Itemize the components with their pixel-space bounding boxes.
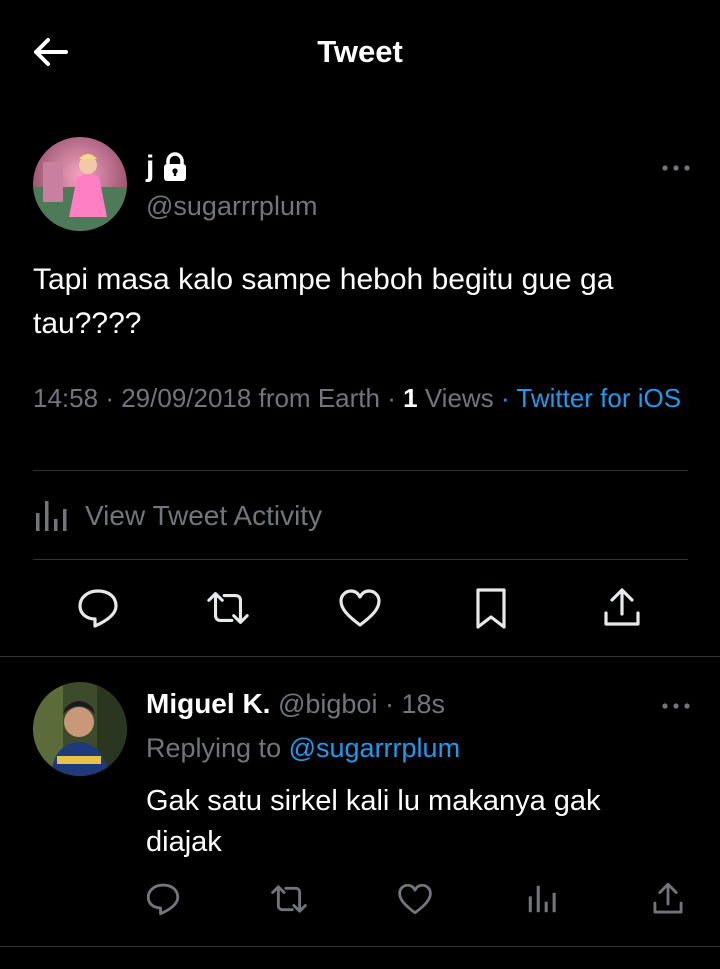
top-bar: Tweet xyxy=(0,0,720,110)
more-horizontal-icon xyxy=(662,165,690,171)
tweet-source-link[interactable]: Twitter for iOS xyxy=(516,383,681,413)
author-name-text: j xyxy=(146,150,155,183)
replying-to: Replying to @sugarrrplum xyxy=(146,733,460,764)
reply-retweet-button[interactable] xyxy=(269,876,309,922)
divider xyxy=(33,559,688,560)
reply-share-button[interactable] xyxy=(648,876,688,922)
reply-author-avatar[interactable] xyxy=(33,682,127,776)
share-button[interactable] xyxy=(599,585,645,631)
more-options-button[interactable] xyxy=(660,158,692,178)
reply-more-options-button[interactable] xyxy=(660,696,692,716)
author-avatar[interactable] xyxy=(33,137,127,231)
reply-text: Gak satu sirkel kali lu makanya gak diaj… xyxy=(146,785,601,858)
retweet-icon xyxy=(271,885,307,913)
reply-separator: · xyxy=(384,689,394,719)
tweet-detail-screen: Tweet j @sugarrrplum Tapi masa kalo samp… xyxy=(0,0,720,969)
activity-label: View Tweet Activity xyxy=(85,500,323,531)
like-button[interactable] xyxy=(337,585,383,631)
heart-icon xyxy=(339,589,381,627)
reply-age: 18s xyxy=(401,689,446,719)
view-tweet-activity-button[interactable]: View Tweet Activity xyxy=(33,495,322,537)
page-title: Tweet xyxy=(317,34,403,69)
tweet-text: Tapi masa kalo sampe heboh begitu gue ga… xyxy=(33,263,614,340)
views-label: Views xyxy=(424,383,494,413)
author-name[interactable]: j xyxy=(146,150,188,184)
replying-to-label: Replying to xyxy=(146,733,282,763)
avatar-image xyxy=(33,682,127,776)
bookmark-icon xyxy=(476,588,506,629)
divider xyxy=(33,470,688,471)
retweet-button[interactable] xyxy=(205,585,251,631)
tweet-time: 14:58 xyxy=(33,383,99,413)
replying-to-handle[interactable]: @sugarrrplum xyxy=(289,733,460,763)
avatar-image xyxy=(33,137,127,231)
share-icon xyxy=(653,882,683,914)
reply-author-handle[interactable]: @bigboi xyxy=(278,689,377,719)
heart-icon xyxy=(398,883,432,915)
reply-author-name[interactable]: Miguel K. xyxy=(146,688,270,719)
lock-icon xyxy=(164,152,187,181)
reply-icon xyxy=(146,883,180,916)
reply-like-button[interactable] xyxy=(395,876,435,922)
more-horizontal-icon xyxy=(662,703,690,709)
section-divider xyxy=(0,946,720,947)
section-divider xyxy=(0,656,720,657)
reply-analytics-button[interactable] xyxy=(522,876,562,922)
bookmark-button[interactable] xyxy=(468,585,514,631)
analytics-icon xyxy=(528,885,556,913)
reply-button[interactable] xyxy=(75,585,121,631)
tweet-metadata: 14:58 · 29/09/2018 from Earth · 1 Views … xyxy=(33,381,693,416)
reply-action-bar xyxy=(0,876,720,922)
meta-separator: · xyxy=(387,383,396,413)
share-icon xyxy=(604,588,640,626)
analytics-icon xyxy=(36,501,67,531)
author-handle[interactable]: @sugarrrplum xyxy=(146,191,317,222)
tweet-action-bar xyxy=(0,585,720,631)
views-count: 1 xyxy=(403,383,418,413)
meta-separator-accent: · xyxy=(500,383,510,413)
tweet-date: 29/09/2018 xyxy=(121,383,252,413)
reply-reply-button[interactable] xyxy=(143,876,183,922)
reply-icon xyxy=(78,589,118,628)
retweet-icon xyxy=(207,592,249,624)
meta-separator: · xyxy=(105,383,114,413)
reply-header: Miguel K. @bigboi · 18s xyxy=(146,688,445,720)
tweet-location: from Earth xyxy=(258,383,380,413)
